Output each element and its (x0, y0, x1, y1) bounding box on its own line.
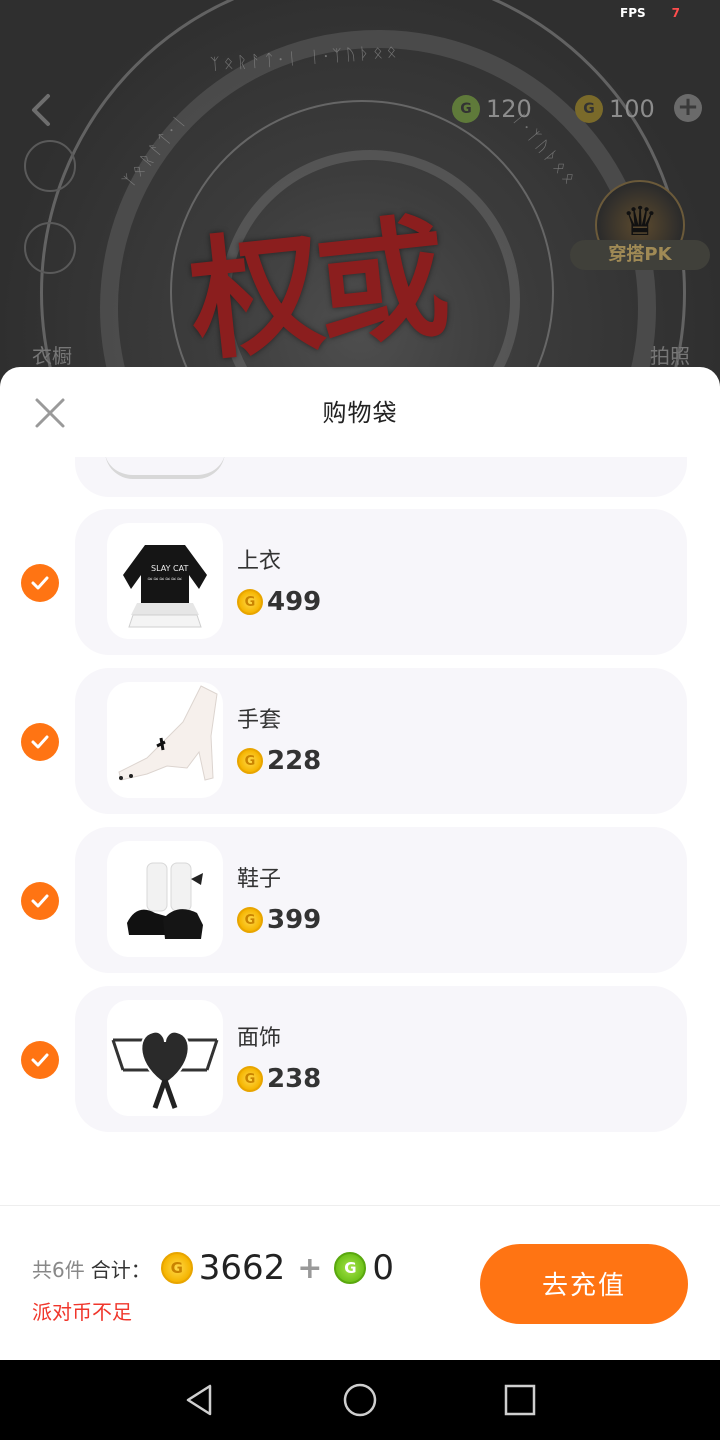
gold-currency-display: G 100 (575, 92, 655, 126)
fps-label: FPS (620, 6, 646, 20)
item-name: 上衣 (237, 549, 282, 574)
fps-counter: FPS 7 (620, 6, 680, 20)
nav-back-icon[interactable] (180, 1380, 220, 1420)
nav-recents-icon[interactable] (500, 1380, 540, 1420)
gold-coin-icon: G (237, 748, 263, 774)
item-price: G 228 (237, 746, 321, 776)
game-scene-background: ᛉᛟᚱᚨᛏ·ᛁ ᛁ·ᛉᚢᚦᛟᛟ ᛉᛟᚱᚨᛏ·ᛁ ᛁ·ᛉᚢᚦᛟᛟ 权或 FPS 7 … (0, 0, 720, 400)
partial-item-thumbnail (105, 457, 225, 479)
list-item: 鞋子 G 399 (0, 827, 720, 973)
item-card[interactable]: 面饰 G 238 (75, 986, 687, 1132)
item-name: 手套 (237, 708, 282, 733)
left-side-menu (24, 140, 88, 304)
fps-value: 7 (671, 6, 680, 20)
sheet-header: 购物袋 (0, 367, 720, 457)
total-green-value: 0 (372, 1248, 395, 1288)
item-price: G 499 (237, 587, 321, 617)
svg-text:≈≈≈≈≈≈: ≈≈≈≈≈≈ (147, 575, 182, 583)
photo-label[interactable]: 拍照 (650, 340, 690, 369)
item-checkbox[interactable] (21, 882, 59, 920)
item-card[interactable]: 鞋子 G 399 (75, 827, 687, 973)
glove-icon (118, 685, 218, 781)
cart-item-list[interactable]: SLAY CAT ≈≈≈≈≈≈ 上衣 G 499 手套 G 228 鞋子 G 3… (0, 457, 720, 1207)
green-currency-value: 120 (486, 95, 532, 123)
total-gold-value: 3662 (198, 1248, 286, 1288)
side-menu-icon-1[interactable] (24, 140, 76, 192)
item-count: 共6件 (32, 1257, 85, 1282)
gold-coin-icon: G (237, 907, 263, 933)
sheet-title: 购物袋 (322, 399, 398, 427)
item-price-value: 499 (267, 587, 322, 617)
gold-coin-icon: G (160, 1252, 193, 1284)
recharge-button[interactable]: 去充值 (480, 1244, 688, 1324)
nav-home-icon[interactable] (340, 1380, 380, 1420)
item-name: 鞋子 (237, 867, 282, 892)
face-accessory-icon (111, 1030, 219, 1109)
add-currency-button[interactable]: + (674, 94, 702, 122)
list-item: 面饰 G 238 (0, 986, 720, 1132)
back-arrow-icon[interactable] (24, 90, 60, 130)
shopping-bag-sheet: 购物袋 SLAY CAT ≈≈≈≈≈≈ 上衣 G 499 手套 G 228 鞋子… (0, 367, 720, 1360)
green-coin-icon: G (452, 95, 480, 123)
svg-text:SLAY CAT: SLAY CAT (151, 564, 188, 573)
item-name: 面饰 (237, 1026, 282, 1051)
order-summary: 共6件 合计： G 3662 + G 0 (32, 1248, 394, 1288)
item-price-value: 238 (267, 1064, 322, 1094)
gold-coin-icon: G (237, 1066, 263, 1092)
item-thumbnail (107, 682, 223, 798)
check-icon (31, 576, 49, 590)
gold-coin-icon: G (575, 95, 603, 123)
item-price-value: 399 (267, 905, 322, 935)
gold-currency-value: 100 (609, 95, 655, 123)
item-price: G 238 (237, 1064, 321, 1094)
item-thumbnail: SLAY CAT ≈≈≈≈≈≈ (107, 523, 223, 639)
item-thumbnail (107, 841, 223, 957)
list-item: SLAY CAT ≈≈≈≈≈≈ 上衣 G 499 (0, 509, 720, 655)
item-checkbox[interactable] (21, 723, 59, 761)
top-garment-icon: SLAY CAT ≈≈≈≈≈≈ (123, 545, 207, 628)
item-checkbox[interactable] (21, 1041, 59, 1079)
side-menu-icon-2[interactable] (24, 222, 76, 274)
check-icon (31, 1053, 49, 1067)
check-icon (31, 735, 49, 749)
check-icon (31, 894, 49, 908)
insufficient-funds-warning: 派对币不足 (32, 1300, 132, 1324)
gold-coin-icon: G (237, 589, 263, 615)
plus-sign: + (297, 1250, 323, 1286)
wardrobe-label[interactable]: 衣橱 (32, 340, 72, 369)
item-price: G 399 (237, 905, 321, 935)
outfit-pk-button[interactable]: ♛ 穿搭PK (570, 180, 710, 270)
checkout-footer: 共6件 合计： G 3662 + G 0 派对币不足 去充值 (0, 1205, 720, 1360)
list-item: 手套 G 228 (0, 668, 720, 814)
pk-label: 穿搭PK (570, 240, 710, 270)
item-thumbnail (107, 1000, 223, 1116)
green-currency-display: G 120 (452, 92, 532, 126)
green-coin-icon: G (334, 1252, 367, 1284)
item-card[interactable]: 手套 G 228 (75, 668, 687, 814)
system-navigation-bar (0, 1360, 720, 1440)
item-price-value: 228 (267, 746, 322, 776)
item-card[interactable]: SLAY CAT ≈≈≈≈≈≈ 上衣 G 499 (75, 509, 687, 655)
total-label: 合计： (90, 1257, 151, 1282)
item-checkbox[interactable] (21, 564, 59, 602)
list-item-partial (75, 457, 687, 497)
shoes-icon (127, 862, 203, 939)
